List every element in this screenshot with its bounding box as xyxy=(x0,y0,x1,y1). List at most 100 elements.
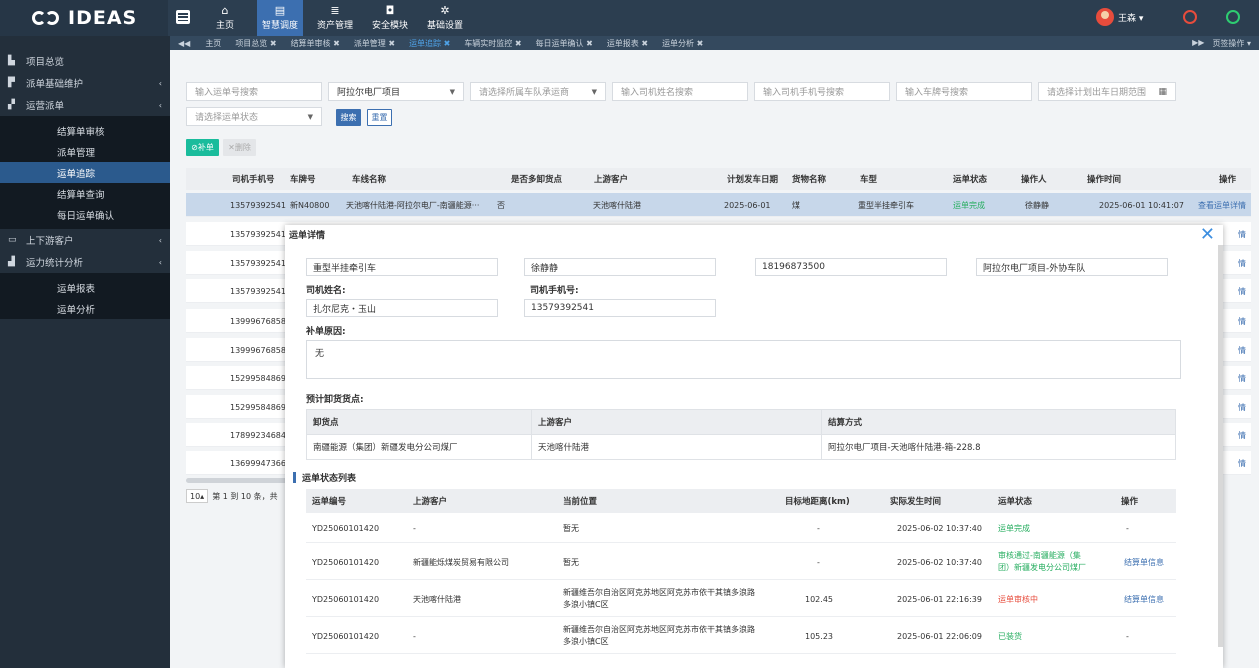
sidebar-item-customers[interactable]: ▭ 上下游客户 ‹ xyxy=(0,229,170,251)
topnav-home[interactable]: ⌂ 主页 xyxy=(202,0,248,36)
tab-dispatch-manage[interactable]: 派单管理 ✖ xyxy=(347,38,402,49)
tab-overview[interactable]: 项目总览 ✖ xyxy=(228,38,283,49)
status-cell-customer: - xyxy=(413,524,416,533)
col-op-time[interactable]: 操作时间 xyxy=(1087,168,1121,190)
col-driver-phone[interactable]: 司机手机号 xyxy=(232,168,275,190)
team-select-placeholder: 请选择所属车队承运商 xyxy=(479,88,570,98)
sidebar-item-overview[interactable]: ▙ 项目总览 xyxy=(0,50,170,72)
status-cell-time: 2025-06-01 22:06:09 xyxy=(897,631,982,641)
tab-settlement-review[interactable]: 结算单审核 ✖ xyxy=(284,38,347,49)
tab-daily-confirm[interactable]: 每日运单确认 ✖ xyxy=(529,38,600,49)
topnav-assets[interactable]: ≣ 资产管理 xyxy=(312,0,358,36)
sidebar-sub-waybill-tracking[interactable]: 运单追踪 xyxy=(0,162,170,183)
view-detail-link[interactable]: 情 xyxy=(1238,338,1246,362)
team-select[interactable]: 请选择所属车队承运商 ▼ xyxy=(470,82,606,101)
reset-button[interactable]: 重置 xyxy=(367,109,392,126)
topnav-dispatch[interactable]: ▤ 智慧调度 xyxy=(257,0,303,36)
col-multi-unload[interactable]: 是否多卸货点 xyxy=(511,168,562,190)
view-detail-link[interactable]: 情 xyxy=(1238,451,1246,475)
reason-label: 补单原因: xyxy=(306,327,346,337)
status-cell-time: 2025-06-01 22:16:39 xyxy=(897,594,982,604)
power-icon[interactable] xyxy=(1183,10,1197,24)
tabs-scroll-left-icon[interactable]: ◀◀ xyxy=(170,39,198,48)
topnav-security[interactable]: ◘ 安全模块 xyxy=(367,0,413,36)
view-detail-link[interactable]: 情 xyxy=(1238,279,1246,303)
cell-phone: 13999676858 xyxy=(230,345,286,355)
topnav-settings[interactable]: ✲ 基础设置 xyxy=(422,0,468,36)
col-vehicle-type[interactable]: 车型 xyxy=(860,168,877,190)
status-cell-status: 已装货 xyxy=(998,631,1022,641)
dialog-scrollbar[interactable] xyxy=(1218,245,1223,647)
project-select[interactable]: 阿拉尔电厂项目 ▼ xyxy=(328,82,464,101)
cell-operator: 徐静静 xyxy=(1025,200,1049,210)
view-detail-link[interactable]: 情 xyxy=(1238,423,1246,447)
col-route[interactable]: 车线名称 xyxy=(352,168,386,190)
col-plan-date[interactable]: 计划发车日期 xyxy=(727,168,778,190)
view-detail-link[interactable]: 情 xyxy=(1238,251,1246,275)
menu-toggle-icon[interactable] xyxy=(176,10,190,24)
sidebar-item-operations[interactable]: ▞ 运营派单 ‹ xyxy=(0,94,170,116)
sidebar-sub-dispatch-manage[interactable]: 派单管理 xyxy=(0,141,170,162)
bar-chart-icon: ▟ xyxy=(8,257,15,267)
avatar xyxy=(1096,8,1114,26)
tabs-scroll-right-icon[interactable]: ▶▶ xyxy=(1192,38,1204,49)
status-col-action: 操作 xyxy=(1121,497,1139,507)
tab-home[interactable]: 主页 xyxy=(198,38,228,49)
delete-button[interactable]: ✕删除 xyxy=(223,139,256,156)
page-size-select[interactable]: 10▴ xyxy=(186,489,209,503)
caret-down-icon: ▼ xyxy=(591,87,597,96)
table-header-row: 卸货点 上游客户 结算方式 xyxy=(306,409,1176,435)
view-detail-link[interactable]: 情 xyxy=(1238,309,1246,333)
sidebar-item-capacity-stats[interactable]: ▟ 运力统计分析 ‹ xyxy=(0,251,170,273)
tab-strip: ◀◀ 主页 项目总览 ✖ 结算单审核 ✖ 派单管理 ✖ 运单追踪 ✖ 车辆实时监… xyxy=(170,36,1259,50)
view-detail-link[interactable]: 情 xyxy=(1238,395,1246,419)
grid-horizontal-scrollbar[interactable] xyxy=(186,478,296,483)
status-cell-distance: - xyxy=(817,524,820,533)
sidebar-sub-daily-confirm[interactable]: 每日运单确认 xyxy=(0,204,170,225)
col-operator[interactable]: 操作人 xyxy=(1021,168,1047,190)
team-field: 阿拉尔电厂项目-外协车队 xyxy=(976,258,1168,276)
user-menu[interactable]: 王森 ▾ xyxy=(1096,8,1143,26)
cell-phone: 15299584869 xyxy=(230,402,286,412)
status-cell-time: 2025-06-02 10:37:40 xyxy=(897,524,982,533)
status-cell-customer: - xyxy=(413,631,416,641)
tab-waybill-tracking[interactable]: 运单追踪 ✖ xyxy=(402,38,457,49)
col-goods[interactable]: 货物名称 xyxy=(792,168,826,190)
topnav-label: 资产管理 xyxy=(316,21,353,31)
refresh-icon[interactable] xyxy=(1226,10,1240,24)
view-detail-link[interactable]: 情 xyxy=(1238,366,1246,390)
table-row[interactable]: 13579392541 新N40800 天池喀什陆港-阿拉尔电厂-南疆能源···… xyxy=(186,193,1251,217)
tab-ops-menu[interactable]: 页签操作 ▾ xyxy=(1212,38,1251,49)
sidebar-sub-settlement-query[interactable]: 结算单查询 xyxy=(0,183,170,204)
col-status[interactable]: 运单状态 xyxy=(953,168,987,190)
unload-table: 卸货点 上游客户 结算方式 南疆能源（集团）新疆发电分公司煤厂 天池喀什陆港 阿… xyxy=(306,409,1176,460)
sidebar-sub-waybill-report[interactable]: 运单报表 xyxy=(0,277,170,298)
col-plate[interactable]: 车牌号 xyxy=(290,168,316,190)
plate-input[interactable]: 输入车牌号搜索 xyxy=(896,82,1032,101)
waybill-search-input[interactable]: 输入运单号搜索 xyxy=(186,82,322,101)
brand-logo[interactable]: IDEAS xyxy=(0,0,168,36)
cell-type: 重型半挂牵引车 xyxy=(858,200,914,210)
cell-time: 2025-06-01 10:41:07 xyxy=(1099,200,1184,210)
view-detail-link[interactable]: 查看运单详情 xyxy=(1198,193,1246,217)
tab-vehicle-monitor[interactable]: 车辆实时监控 ✖ xyxy=(457,38,528,49)
tab-waybill-report[interactable]: 运单报表 ✖ xyxy=(600,38,655,49)
view-detail-link[interactable]: 情 xyxy=(1238,222,1246,246)
date-range-input[interactable]: 请选择计划出车日期范围 ▦ xyxy=(1038,82,1176,101)
add-waybill-button[interactable]: ⊘补单 xyxy=(186,139,219,156)
close-icon[interactable]: ✕ xyxy=(1200,226,1215,244)
unload-label: 预计卸货货点: xyxy=(306,395,364,405)
sidebar-sub-settlement-review[interactable]: 结算单审核 xyxy=(0,120,170,141)
settlement-info-link[interactable]: 结算单信息 xyxy=(1124,544,1164,580)
sidebar-sub-waybill-analysis[interactable]: 运单分析 xyxy=(0,298,170,319)
card-icon: ▭ xyxy=(8,235,17,245)
sidebar-item-dispatch-base[interactable]: ▛ 派单基础维护 ‹ xyxy=(0,72,170,94)
col-customer[interactable]: 上游客户 xyxy=(594,168,628,190)
settlement-info-link[interactable]: 结算单信息 xyxy=(1124,581,1164,617)
status-select[interactable]: 请选择运单状态 ▼ xyxy=(186,107,322,126)
search-button[interactable]: 搜索 xyxy=(336,109,361,126)
tab-waybill-analysis[interactable]: 运单分析 ✖ xyxy=(655,38,710,49)
driver-name-input[interactable]: 输入司机姓名搜索 xyxy=(612,82,748,101)
driver-phone-input[interactable]: 输入司机手机号搜索 xyxy=(754,82,890,101)
document-icon: ▤ xyxy=(274,4,286,17)
